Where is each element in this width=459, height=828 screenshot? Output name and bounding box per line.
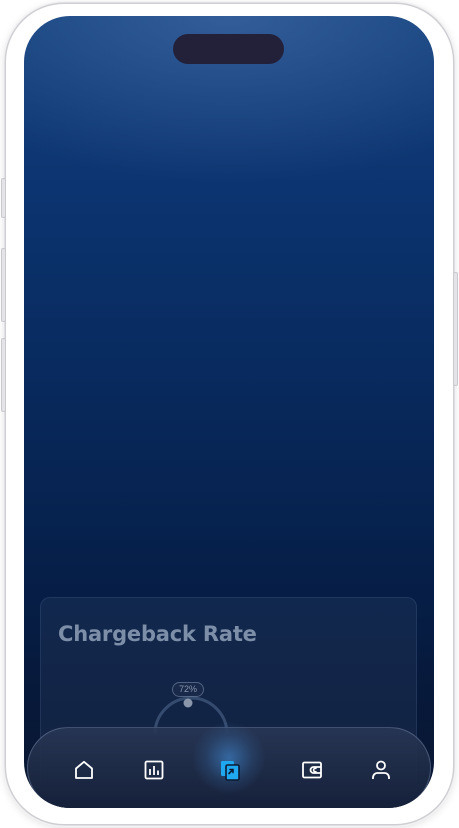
user-icon	[372, 760, 390, 779]
tab-analytics[interactable]	[142, 758, 166, 782]
tab-profile[interactable]	[369, 758, 393, 782]
volume-up-button	[1, 248, 6, 322]
wallet-icon	[302, 761, 322, 779]
tab-wallet[interactable]	[300, 758, 324, 782]
screen: Chargeback Rate 72%	[24, 16, 434, 808]
volume-down-button	[1, 338, 6, 412]
bar-chart-icon	[144, 760, 164, 780]
action-button	[1, 178, 6, 218]
gauge-knob	[183, 698, 193, 708]
card-title: Chargeback Rate	[58, 622, 257, 646]
cards-icon	[221, 761, 240, 781]
home-icon	[75, 760, 93, 779]
power-button	[453, 272, 458, 386]
tab-cards[interactable]	[218, 758, 242, 782]
dynamic-island	[173, 34, 284, 64]
bottom-tab-bar	[27, 722, 431, 808]
tab-home[interactable]	[72, 758, 96, 782]
